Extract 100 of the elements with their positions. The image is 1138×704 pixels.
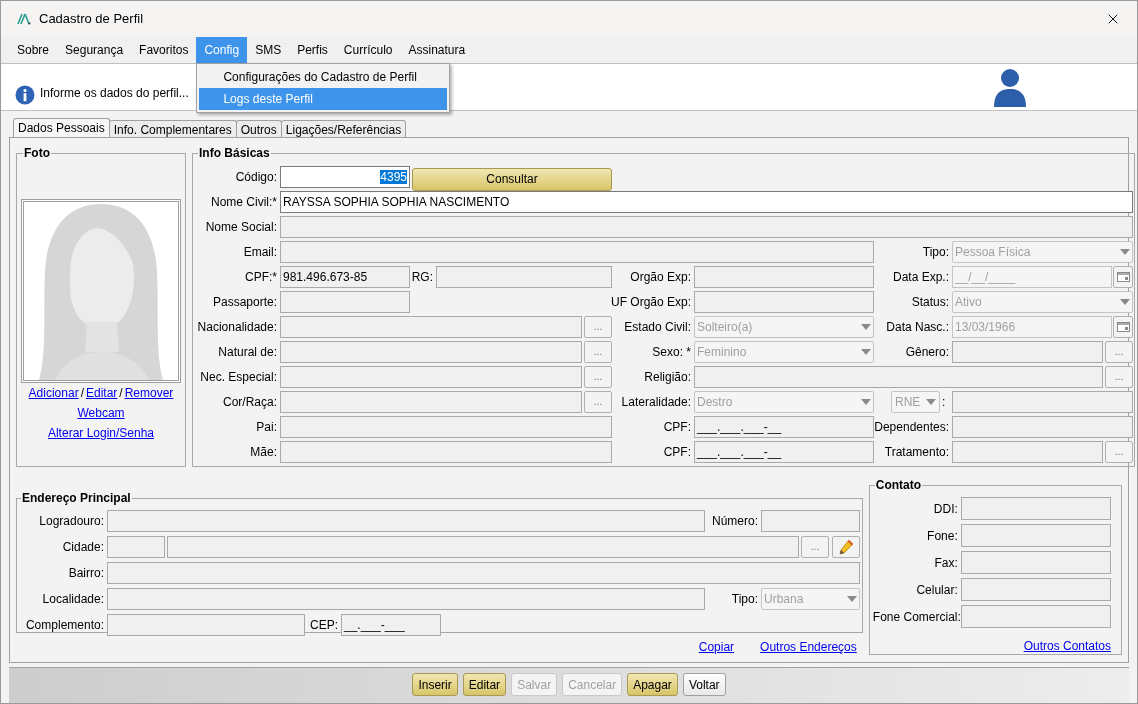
field-label: Localidade: — [42, 591, 105, 608]
field-label: Data Nasc.: — [886, 319, 950, 336]
menu-item[interactable]: Segurança — [57, 37, 132, 63]
field-label: CEP: — [310, 617, 339, 634]
field-label: Complemento: — [25, 617, 105, 634]
lookup-button[interactable]: ... — [584, 341, 612, 363]
link[interactable]: Alterar Login/Senha — [47, 425, 155, 441]
action-button[interactable]: Voltar — [682, 673, 726, 696]
tab[interactable]: Outros — [235, 120, 282, 137]
text-field[interactable]: RAYSSA SOPHIA SOPHIA NASCIMENTO — [280, 191, 1133, 213]
caret-icon — [861, 324, 871, 330]
field-label: Fone Comercial: — [872, 608, 961, 626]
text-field[interactable]: 981.496.673-85 — [280, 266, 410, 288]
text-field[interactable] — [436, 266, 612, 288]
link[interactable]: Adicionar — [28, 385, 79, 401]
field-label: : — [942, 394, 946, 411]
field-label: Cidade: — [62, 539, 105, 556]
field-label: Nec. Especial: — [200, 369, 278, 386]
lookup-button[interactable]: ... — [801, 536, 829, 558]
text-field[interactable] — [960, 524, 1111, 547]
field-label: Natural de: — [218, 344, 278, 361]
field-label: Sexo: * — [652, 344, 692, 361]
consult-button[interactable]: Consultar — [412, 167, 612, 191]
calendar-button[interactable] — [1113, 316, 1133, 338]
field-label: Data Exp.: — [892, 269, 950, 286]
text-field[interactable] — [280, 391, 582, 413]
menu-item[interactable]: Currículo — [335, 37, 401, 63]
link[interactable]: Outros Endereços — [760, 638, 857, 656]
text-field[interactable] — [107, 536, 165, 558]
link[interactable]: Copiar — [698, 638, 735, 656]
menu-item[interactable]: Favoritos — [131, 37, 197, 63]
text-field[interactable] — [694, 366, 1103, 388]
menu-item[interactable]: Assinatura — [400, 37, 474, 63]
text-field[interactable]: ___.___.___-__ — [694, 416, 874, 438]
field-label: Número: — [712, 513, 759, 530]
tab[interactable]: Ligações/Referências — [280, 120, 407, 137]
field-label: CPF:* — [245, 269, 278, 286]
field-label: Pai: — [256, 419, 278, 436]
text-field[interactable] — [960, 551, 1111, 574]
text-field[interactable] — [952, 416, 1133, 438]
lookup-button[interactable]: ... — [584, 316, 612, 338]
menu-item[interactable]: Sobre — [9, 37, 58, 63]
text-field[interactable] — [107, 510, 705, 532]
text-field[interactable] — [694, 266, 874, 288]
field-label: Dependentes: — [874, 419, 950, 436]
field-label: Bairro: — [68, 565, 105, 582]
menu-item[interactable]: SMS — [247, 37, 290, 63]
lookup-button[interactable]: ... — [584, 391, 612, 413]
caret-icon — [1120, 249, 1130, 255]
text-field[interactable] — [952, 441, 1103, 463]
text-field[interactable] — [280, 216, 1133, 238]
field-label: Celular: — [915, 581, 959, 599]
separator-text: / — [80, 385, 84, 401]
field-label: Estado Civil: — [624, 319, 692, 336]
lookup-button[interactable]: ... — [1105, 366, 1133, 388]
tab[interactable]: Dados Pessoais — [13, 118, 110, 137]
section-title: Info Básicas — [198, 145, 271, 162]
text-field[interactable] — [280, 316, 582, 338]
text-field[interactable] — [280, 241, 874, 263]
field-label: UF Orgão Exp: — [610, 294, 692, 311]
calendar-button[interactable] — [1113, 266, 1133, 288]
lookup-button[interactable]: ... — [1105, 441, 1133, 463]
text-field[interactable]: ___.___.___-__ — [694, 441, 874, 463]
text-field[interactable] — [952, 391, 1133, 413]
field-label: RG: — [411, 269, 434, 286]
edit-button[interactable] — [832, 536, 860, 558]
lookup-button[interactable]: ... — [1105, 341, 1133, 363]
text-field[interactable] — [107, 588, 705, 610]
user-icon — [993, 67, 1027, 107]
text-field[interactable] — [960, 497, 1111, 520]
field-label: Status: — [911, 294, 950, 311]
link[interactable]: Editar — [86, 385, 118, 401]
action-button[interactable]: Apagar — [627, 673, 678, 696]
field-label: DDI: — [932, 500, 959, 518]
text-field[interactable] — [280, 366, 582, 388]
text-field[interactable] — [952, 341, 1103, 363]
menu-entry[interactable]: Configurações do Cadastro de Perfil — [199, 66, 448, 88]
link[interactable]: Outros Contatos — [1023, 637, 1111, 655]
lookup-button[interactable]: ... — [584, 366, 612, 388]
action-button[interactable]: Editar — [462, 673, 507, 696]
text-field[interactable] — [280, 341, 582, 363]
separator-text: / — [119, 385, 123, 401]
text-field[interactable] — [280, 416, 612, 438]
text-field[interactable] — [761, 510, 860, 532]
link[interactable]: Remover — [124, 385, 174, 401]
text-field[interactable]: __.___-___ — [341, 614, 441, 636]
text-field[interactable] — [960, 578, 1111, 601]
text-field[interactable] — [280, 291, 410, 313]
text-field[interactable] — [107, 614, 305, 636]
text-field[interactable] — [694, 291, 874, 313]
text-field[interactable] — [960, 605, 1111, 628]
menu-item[interactable]: Perfis — [289, 37, 336, 63]
action-button[interactable]: Inserir — [412, 673, 458, 696]
text-field[interactable]: 4395 — [280, 166, 410, 188]
text-field[interactable] — [280, 441, 612, 463]
text-field[interactable] — [167, 536, 799, 558]
tab[interactable]: Info. Complementares — [108, 120, 237, 137]
text-field[interactable] — [107, 562, 860, 584]
link[interactable]: Webcam — [77, 405, 125, 421]
field-label: Passaporte: — [212, 294, 278, 311]
